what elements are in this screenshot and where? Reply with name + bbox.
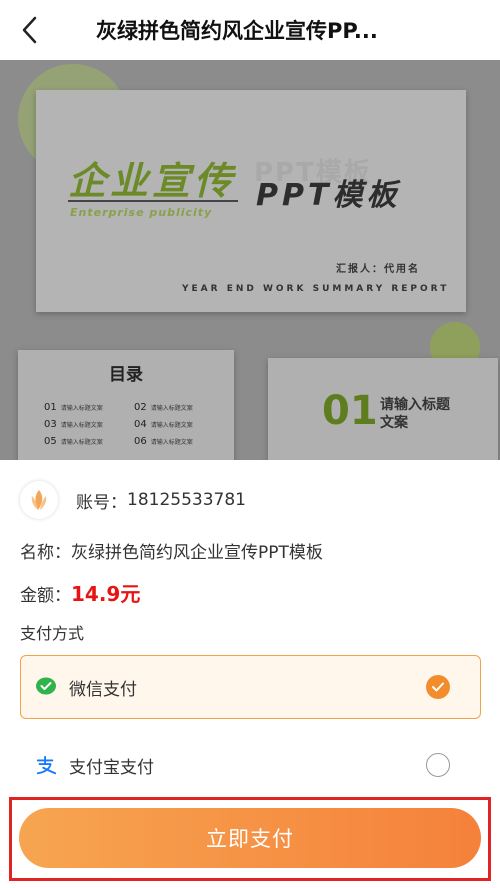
back-button[interactable] [14, 14, 46, 46]
radio-unchecked[interactable] [426, 753, 450, 777]
top-bar: 灰绿拼色简约风企业宣传PP... [0, 0, 500, 60]
toc-text: 请输入标题文案 [150, 439, 193, 446]
amount-row: 金额： 14.9元 [20, 578, 140, 607]
payment-sheet: 账号： 18125533781 名称：灰绿拼色简约风企业宣传PPT模板 金额： … [0, 460, 500, 888]
section-number: 01 [322, 388, 378, 434]
page-title: 灰绿拼色简约风企业宣传PP... [96, 19, 378, 43]
toc-text: 请输入标题文案 [150, 422, 193, 429]
product-name-row: 名称：灰绿拼色简约风企业宣传PPT模板 [20, 538, 323, 563]
section-text: 请输入标题文案 [380, 397, 450, 431]
template-preview: PPT模板 企业宣传 Enterprise publicity PPT模板 汇报… [0, 60, 500, 460]
pay-option-wechat[interactable]: 微信支付 [20, 655, 481, 719]
name-label: 名称： [20, 543, 71, 563]
wechat-pay-icon [35, 676, 57, 698]
amount-label: 金额： [20, 586, 71, 606]
preview-slide-cover: PPT模板 企业宣传 Enterprise publicity PPT模板 汇报… [36, 90, 466, 312]
pay-option-label: 支付宝支付 [69, 757, 154, 778]
toc-item: 05 请输入标题文案 [44, 436, 134, 447]
toc-num: 04 [134, 419, 147, 430]
toc-text: 请输入标题文案 [60, 439, 103, 446]
pay-method-label: 支付方式 [20, 624, 85, 643]
preview-slide-toc: 目录 01 请输入标题文案 02 请输入标题文案 03 请输入标题文案 04 请输入标题… [18, 350, 234, 460]
toc-list: 01 请输入标题文案 02 请输入标题文案 03 请输入标题文案 04 请输入标题文案 … [44, 402, 224, 447]
slide-author: 汇报人：代用名 [336, 264, 420, 275]
toc-item: 04 请输入标题文案 [134, 419, 224, 430]
pay-option-label: 微信支付 [69, 679, 137, 700]
toc-item: 01 请输入标题文案 [44, 402, 134, 413]
account-value: 18125533781 [127, 490, 246, 510]
preview-slide-section: 01 请输入标题文案 [268, 358, 498, 460]
slide-subtitle-en: Enterprise publicity [70, 206, 213, 219]
toc-item: 06 请输入标题文案 [134, 436, 224, 447]
toc-title: 目录 [109, 365, 143, 385]
slide-title: 企业宣传 [68, 159, 237, 203]
name-value: 灰绿拼色简约风企业宣传PPT模板 [71, 543, 323, 563]
toc-num: 01 [44, 402, 57, 413]
toc-num: 06 [134, 436, 147, 447]
pay-now-button[interactable]: 立即支付 [19, 808, 481, 868]
slide-report: YEAR END WORK SUMMARY REPORT [182, 284, 450, 294]
toc-text: 请输入标题文案 [60, 422, 103, 429]
chevron-left-icon [22, 16, 37, 44]
toc-item: 02 请输入标题文案 [134, 402, 224, 413]
brand-logo-icon [20, 481, 58, 519]
toc-num: 02 [134, 402, 147, 413]
toc-num: 03 [44, 419, 57, 430]
alipay-icon [35, 754, 57, 776]
checkmark-icon [432, 682, 444, 692]
slide-subtitle: PPT模板 [256, 178, 401, 213]
toc-text: 请输入标题文案 [60, 405, 103, 412]
radio-checked[interactable] [426, 675, 450, 699]
account-label: 账号： [76, 492, 127, 513]
amount-value: 14.9元 [71, 582, 141, 606]
toc-item: 03 请输入标题文案 [44, 419, 134, 430]
slide-divider [68, 200, 238, 202]
toc-num: 05 [44, 436, 57, 447]
account-row: 账号： 18125533781 [20, 480, 246, 520]
toc-text: 请输入标题文案 [150, 405, 193, 412]
pay-option-alipay[interactable]: 支付宝支付 [20, 733, 481, 797]
